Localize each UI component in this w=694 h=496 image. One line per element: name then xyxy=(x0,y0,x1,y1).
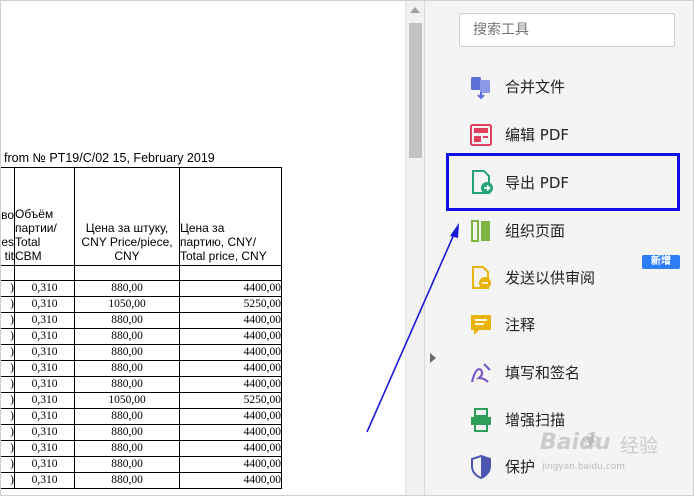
invoice-table: во es tit Объём партии/Total CBM Цена за шту… xyxy=(0,167,282,489)
document-heading: from № PT19/C/02 15, February 2019 xyxy=(4,151,215,165)
export-pdf-icon xyxy=(472,170,493,194)
tool-label: 组织页面 xyxy=(505,222,566,240)
baidu-paw-icon: ❀ xyxy=(582,428,599,452)
scrollbar-thumb[interactable] xyxy=(409,23,422,158)
panel-divider[interactable] xyxy=(424,0,443,496)
protect-icon xyxy=(471,454,491,480)
table-row: ) 0,310 1050,00 5250,00 xyxy=(0,296,282,313)
tool-organize-pages[interactable]: 组织页面 xyxy=(451,210,677,250)
table-row: ) 0,310 880,00 4400,00 xyxy=(0,360,282,377)
table-row: ) 0,310 880,00 4400,00 xyxy=(0,280,282,297)
collapse-panel-arrow-icon[interactable] xyxy=(430,353,436,363)
table-row: ) 0,310 880,00 4400,00 xyxy=(0,344,282,361)
tool-fill-sign[interactable]: 填写和签名 xyxy=(451,352,677,392)
tool-edit-pdf[interactable]: 编辑 PDF xyxy=(451,114,677,154)
edit-pdf-icon xyxy=(470,124,492,146)
table-row: ) 0,310 1050,00 5250,00 xyxy=(0,392,282,409)
column-header-price-per-piece: Цена за штуку, CNY Price/piece, CNY xyxy=(74,167,180,266)
baidu-jingyan-watermark: Baidu ❀ 经验 jingyan.baidu.com xyxy=(540,428,680,480)
tool-label: 保护 xyxy=(505,458,536,476)
tools-panel: 合并文件 编辑 PDF 导出 PDF 组织页面 发送以供审阅 xyxy=(443,0,694,496)
comment-icon xyxy=(471,315,491,335)
vertical-scrollbar[interactable] xyxy=(405,0,425,496)
combine-files-icon xyxy=(471,77,490,100)
organize-pages-icon xyxy=(471,220,490,242)
watermark-logo: Baidu xyxy=(540,430,611,455)
tool-label: 导出 PDF xyxy=(505,174,569,192)
table-row: ) 0,310 880,00 4400,00 xyxy=(0,456,282,473)
column-header-total-price: Цена за партию, CNY/Total price, CNY xyxy=(179,167,282,266)
table-row: ) 0,310 880,00 4400,00 xyxy=(0,472,282,489)
table-row: ) 0,310 880,00 4400,00 xyxy=(0,328,282,345)
table-row: ) 0,310 880,00 4400,00 xyxy=(0,376,282,393)
send-for-review-icon xyxy=(472,266,491,289)
pdf-document-view: from № PT19/C/02 15, February 2019 во es t… xyxy=(0,0,405,496)
tool-label: 发送以供审阅 xyxy=(505,269,596,287)
fill-sign-icon xyxy=(470,363,491,383)
enhance-scan-icon xyxy=(471,408,491,432)
table-row: ) 0,310 880,00 4400,00 xyxy=(0,424,282,441)
new-badge: 新增 xyxy=(642,255,680,269)
table-row: ) 0,310 880,00 4400,00 xyxy=(0,440,282,457)
watermark-suffix: 经验 xyxy=(620,435,659,457)
tool-label: 增强扫描 xyxy=(505,411,566,429)
scroll-up-arrow-icon[interactable] xyxy=(410,7,420,13)
tool-export-pdf[interactable]: 导出 PDF xyxy=(446,153,680,211)
search-tools-input[interactable] xyxy=(459,13,675,47)
column-header-quantity: во es tit xyxy=(0,167,15,266)
table-row: ) 0,310 880,00 4400,00 xyxy=(0,408,282,425)
table-spacer-row xyxy=(0,265,282,281)
tool-comment[interactable]: 注释 xyxy=(451,304,677,344)
watermark-url: jingyan.baidu.com xyxy=(542,462,626,472)
tool-combine-files[interactable]: 合并文件 xyxy=(451,66,677,106)
tool-label: 填写和签名 xyxy=(505,364,581,382)
tool-label: 编辑 PDF xyxy=(505,126,569,144)
tool-label: 合并文件 xyxy=(505,78,566,96)
table-row: ) 0,310 880,00 4400,00 xyxy=(0,312,282,329)
tool-label: 注释 xyxy=(505,316,536,334)
column-header-total-cbm: Объём партии/Total CBM xyxy=(14,167,75,266)
